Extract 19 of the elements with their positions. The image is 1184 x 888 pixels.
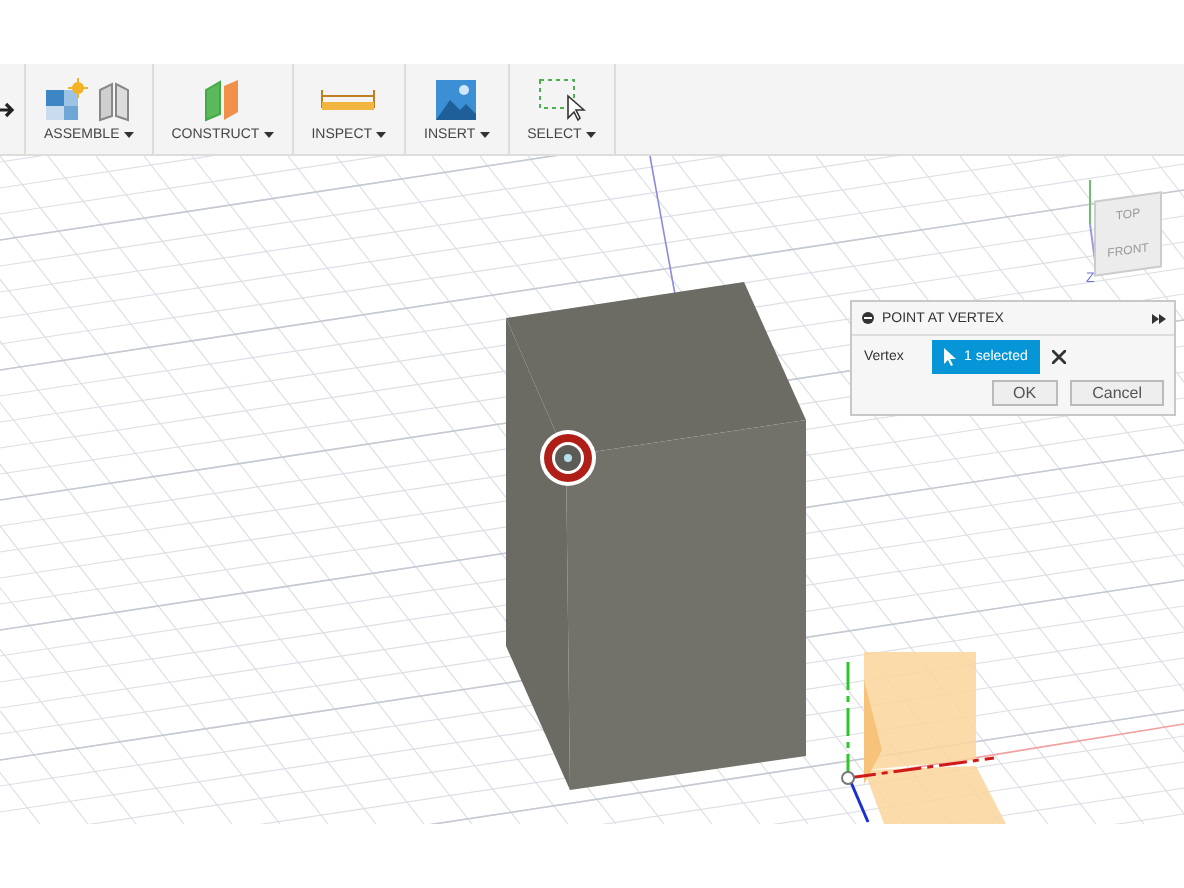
caret-icon[interactable] bbox=[263, 131, 274, 137]
ruler-icon[interactable] bbox=[320, 85, 377, 113]
caret-icon[interactable] bbox=[123, 131, 134, 137]
dialog-button[interactable]: Cancel bbox=[1070, 380, 1164, 406]
select-cursor-icon[interactable] bbox=[537, 77, 586, 121]
caret-icon[interactable] bbox=[479, 131, 490, 137]
minus-icon[interactable] bbox=[862, 312, 874, 324]
cursor-icon[interactable] bbox=[944, 347, 956, 365]
image-icon[interactable] bbox=[436, 79, 477, 119]
vertex-marker-icon[interactable] bbox=[540, 430, 596, 486]
dialog-button[interactable]: OK bbox=[991, 380, 1059, 406]
expand-icon[interactable] bbox=[1152, 313, 1166, 323]
planes-icon[interactable] bbox=[202, 77, 243, 121]
component-icon[interactable] bbox=[44, 77, 89, 121]
caret-icon[interactable] bbox=[376, 131, 387, 137]
arrow-icon[interactable] bbox=[0, 99, 16, 119]
panels-icon[interactable] bbox=[96, 77, 133, 121]
close-icon[interactable] bbox=[1051, 349, 1066, 363]
caret-icon[interactable] bbox=[585, 131, 596, 137]
